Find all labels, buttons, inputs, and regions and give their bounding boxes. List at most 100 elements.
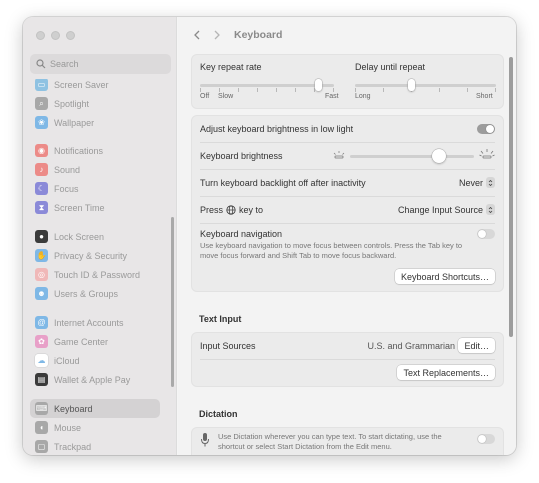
divider: [200, 223, 495, 224]
sidebar-item-privacy-security[interactable]: ✋ Privacy & Security: [30, 246, 160, 265]
sidebar-item-wallpaper[interactable]: ❀ Wallpaper: [30, 113, 160, 132]
sidebar-item-keyboard[interactable]: ⌨ Keyboard: [30, 399, 160, 418]
sidebar-item-mouse[interactable]: ◖ Mouse: [30, 418, 160, 437]
forward-button[interactable]: [210, 28, 224, 42]
key-repeat-tick: [276, 88, 277, 92]
key-repeat-tick: [200, 88, 201, 92]
brightness-high-icon: [479, 149, 495, 159]
adjust-brightness-label: Adjust keyboard brightness in low light: [200, 124, 354, 134]
sidebar-item-label: Privacy & Security: [54, 250, 128, 261]
at-sign-icon: @: [35, 316, 48, 329]
minimize-button[interactable]: [51, 31, 60, 40]
sidebar-item-label: Wallpaper: [54, 117, 95, 128]
game-center-icon: ✿: [35, 335, 48, 348]
close-button[interactable]: [36, 31, 45, 40]
backlight-off-label: Turn keyboard backlight off after inacti…: [200, 178, 366, 188]
keyboard-brightness-label: Keyboard brightness: [200, 151, 283, 161]
globe-icon: [226, 205, 236, 215]
trackpad-icon: ▢: [35, 440, 48, 453]
sidebar-item-screen-saver[interactable]: ▭ Screen Saver: [30, 79, 160, 94]
delay-repeat-thumb[interactable]: [408, 79, 416, 91]
keyboard-navigation-toggle[interactable]: [477, 229, 495, 239]
back-button[interactable]: [190, 28, 204, 42]
mouse-icon: ◖: [35, 421, 48, 434]
content-area: Key repeat rate Delay until repeat Off S…: [191, 54, 504, 455]
sidebar-item-wallet-apple-pay[interactable]: ▤ Wallet & Apple Pay: [30, 370, 160, 389]
key-repeat-off-label: Off: [200, 93, 210, 100]
key-repeat-thumb[interactable]: [314, 79, 322, 91]
keyboard-settings-card: Adjust keyboard brightness in low light …: [191, 115, 504, 292]
sidebar-item-focus[interactable]: ☾ Focus: [30, 179, 160, 198]
search-icon: [36, 59, 46, 69]
delay-repeat-track: [355, 84, 496, 87]
sidebar-item-game-center[interactable]: ✿ Game Center: [30, 332, 160, 351]
key-repeat-tick: [333, 88, 334, 92]
sidebar-item-label: Users & Groups: [54, 288, 119, 299]
sidebar-item-sound[interactable]: ♪ Sound: [30, 160, 160, 179]
key-repeat-label: Key repeat rate: [200, 62, 262, 72]
toggle-knob: [486, 125, 494, 133]
delay-repeat-short-label: Short: [476, 93, 493, 100]
stepper-icon: [486, 204, 495, 215]
search-field[interactable]: [30, 54, 171, 74]
sidebar-item-label: Sound: [54, 164, 81, 175]
focus-icon: ☾: [35, 182, 48, 195]
sidebar-list: ▭ Screen Saver ⌕ Spotlight ❀ Wallpaper ◉ Notifi…: [30, 79, 171, 455]
adjust-brightness-toggle[interactable]: [477, 124, 495, 134]
sidebar-scrollbar[interactable]: [171, 217, 174, 387]
sidebar-item-label: Internet Accounts: [54, 317, 124, 328]
sidebar-item-notifications[interactable]: ◉ Notifications: [30, 141, 160, 160]
backlight-off-popup[interactable]: Never: [459, 177, 495, 188]
press-key-label-before: Press: [200, 205, 224, 215]
keyboard-shortcuts-button[interactable]: Keyboard Shortcuts…: [394, 269, 495, 284]
sidebar-item-label: Mouse: [54, 422, 82, 433]
keyboard-navigation-label: Keyboard navigation: [200, 229, 283, 239]
sidebar-item-label: Screen Saver: [54, 79, 109, 90]
key-repeat-tick: [219, 88, 220, 92]
press-key-label-after: key to: [239, 205, 264, 215]
press-key-popup[interactable]: Change Input Source: [398, 204, 495, 215]
key-repeat-tick: [257, 88, 258, 92]
delay-repeat-tick: [355, 88, 356, 92]
key-repeat-fast-label: Fast: [325, 93, 339, 100]
delay-repeat-tick: [495, 88, 496, 92]
edit-input-sources-button[interactable]: Edit…: [458, 338, 495, 353]
search-input[interactable]: [50, 59, 160, 69]
key-repeat-slow-label: Slow: [218, 93, 234, 100]
sound-icon: ♪: [35, 163, 48, 176]
dictation-section-title: Dictation: [199, 409, 238, 419]
sidebar-item-internet-accounts[interactable]: @ Internet Accounts: [30, 313, 160, 332]
sidebar-item-label: Wallet & Apple Pay: [54, 374, 131, 385]
screen-saver-icon: ▭: [35, 79, 48, 91]
lock-icon: ●: [35, 230, 48, 243]
chevron-left-icon: [194, 30, 200, 40]
brightness-low-icon: [333, 151, 345, 159]
dictation-description: Use Dictation wherever you can type text…: [218, 432, 442, 451]
sidebar-item-screen-time[interactable]: ⧗ Screen Time: [30, 198, 160, 217]
delay-repeat-tick: [383, 88, 384, 92]
key-repeat-tick: [295, 88, 296, 92]
main-scrollbar[interactable]: [509, 57, 513, 337]
sidebar-item-icloud[interactable]: ☁ iCloud: [30, 351, 160, 370]
dictation-toggle[interactable]: [477, 434, 495, 444]
toolbar: Keyboard: [178, 17, 516, 53]
sidebar-item-lock-screen[interactable]: ● Lock Screen: [30, 227, 160, 246]
spotlight-icon: ⌕: [35, 97, 48, 110]
sidebar-item-label: Trackpad: [54, 441, 92, 452]
sidebar-item-spotlight[interactable]: ⌕ Spotlight: [30, 94, 160, 113]
key-repeat-tick: [238, 88, 239, 92]
cloud-icon: ☁: [35, 354, 48, 367]
sidebar-item-touch-id-password[interactable]: ◎ Touch ID & Password: [30, 265, 160, 284]
text-input-card: Input Sources U.S. and Grammarian Edit… …: [191, 332, 504, 387]
privacy-hand-icon: ✋: [35, 249, 48, 262]
sidebar-item-users-groups[interactable]: ☻ Users & Groups: [30, 284, 160, 303]
press-key-value: Change Input Source: [397, 204, 483, 215]
zoom-button[interactable]: [66, 31, 75, 40]
brightness-track: [350, 155, 474, 158]
delay-repeat-label: Delay until repeat: [355, 62, 426, 72]
text-replacements-button[interactable]: Text Replacements…: [397, 365, 495, 380]
sidebar-item-trackpad[interactable]: ▢ Trackpad: [30, 437, 160, 455]
divider: [200, 359, 495, 360]
toggle-knob: [478, 230, 486, 238]
delay-repeat-tick: [439, 88, 440, 92]
